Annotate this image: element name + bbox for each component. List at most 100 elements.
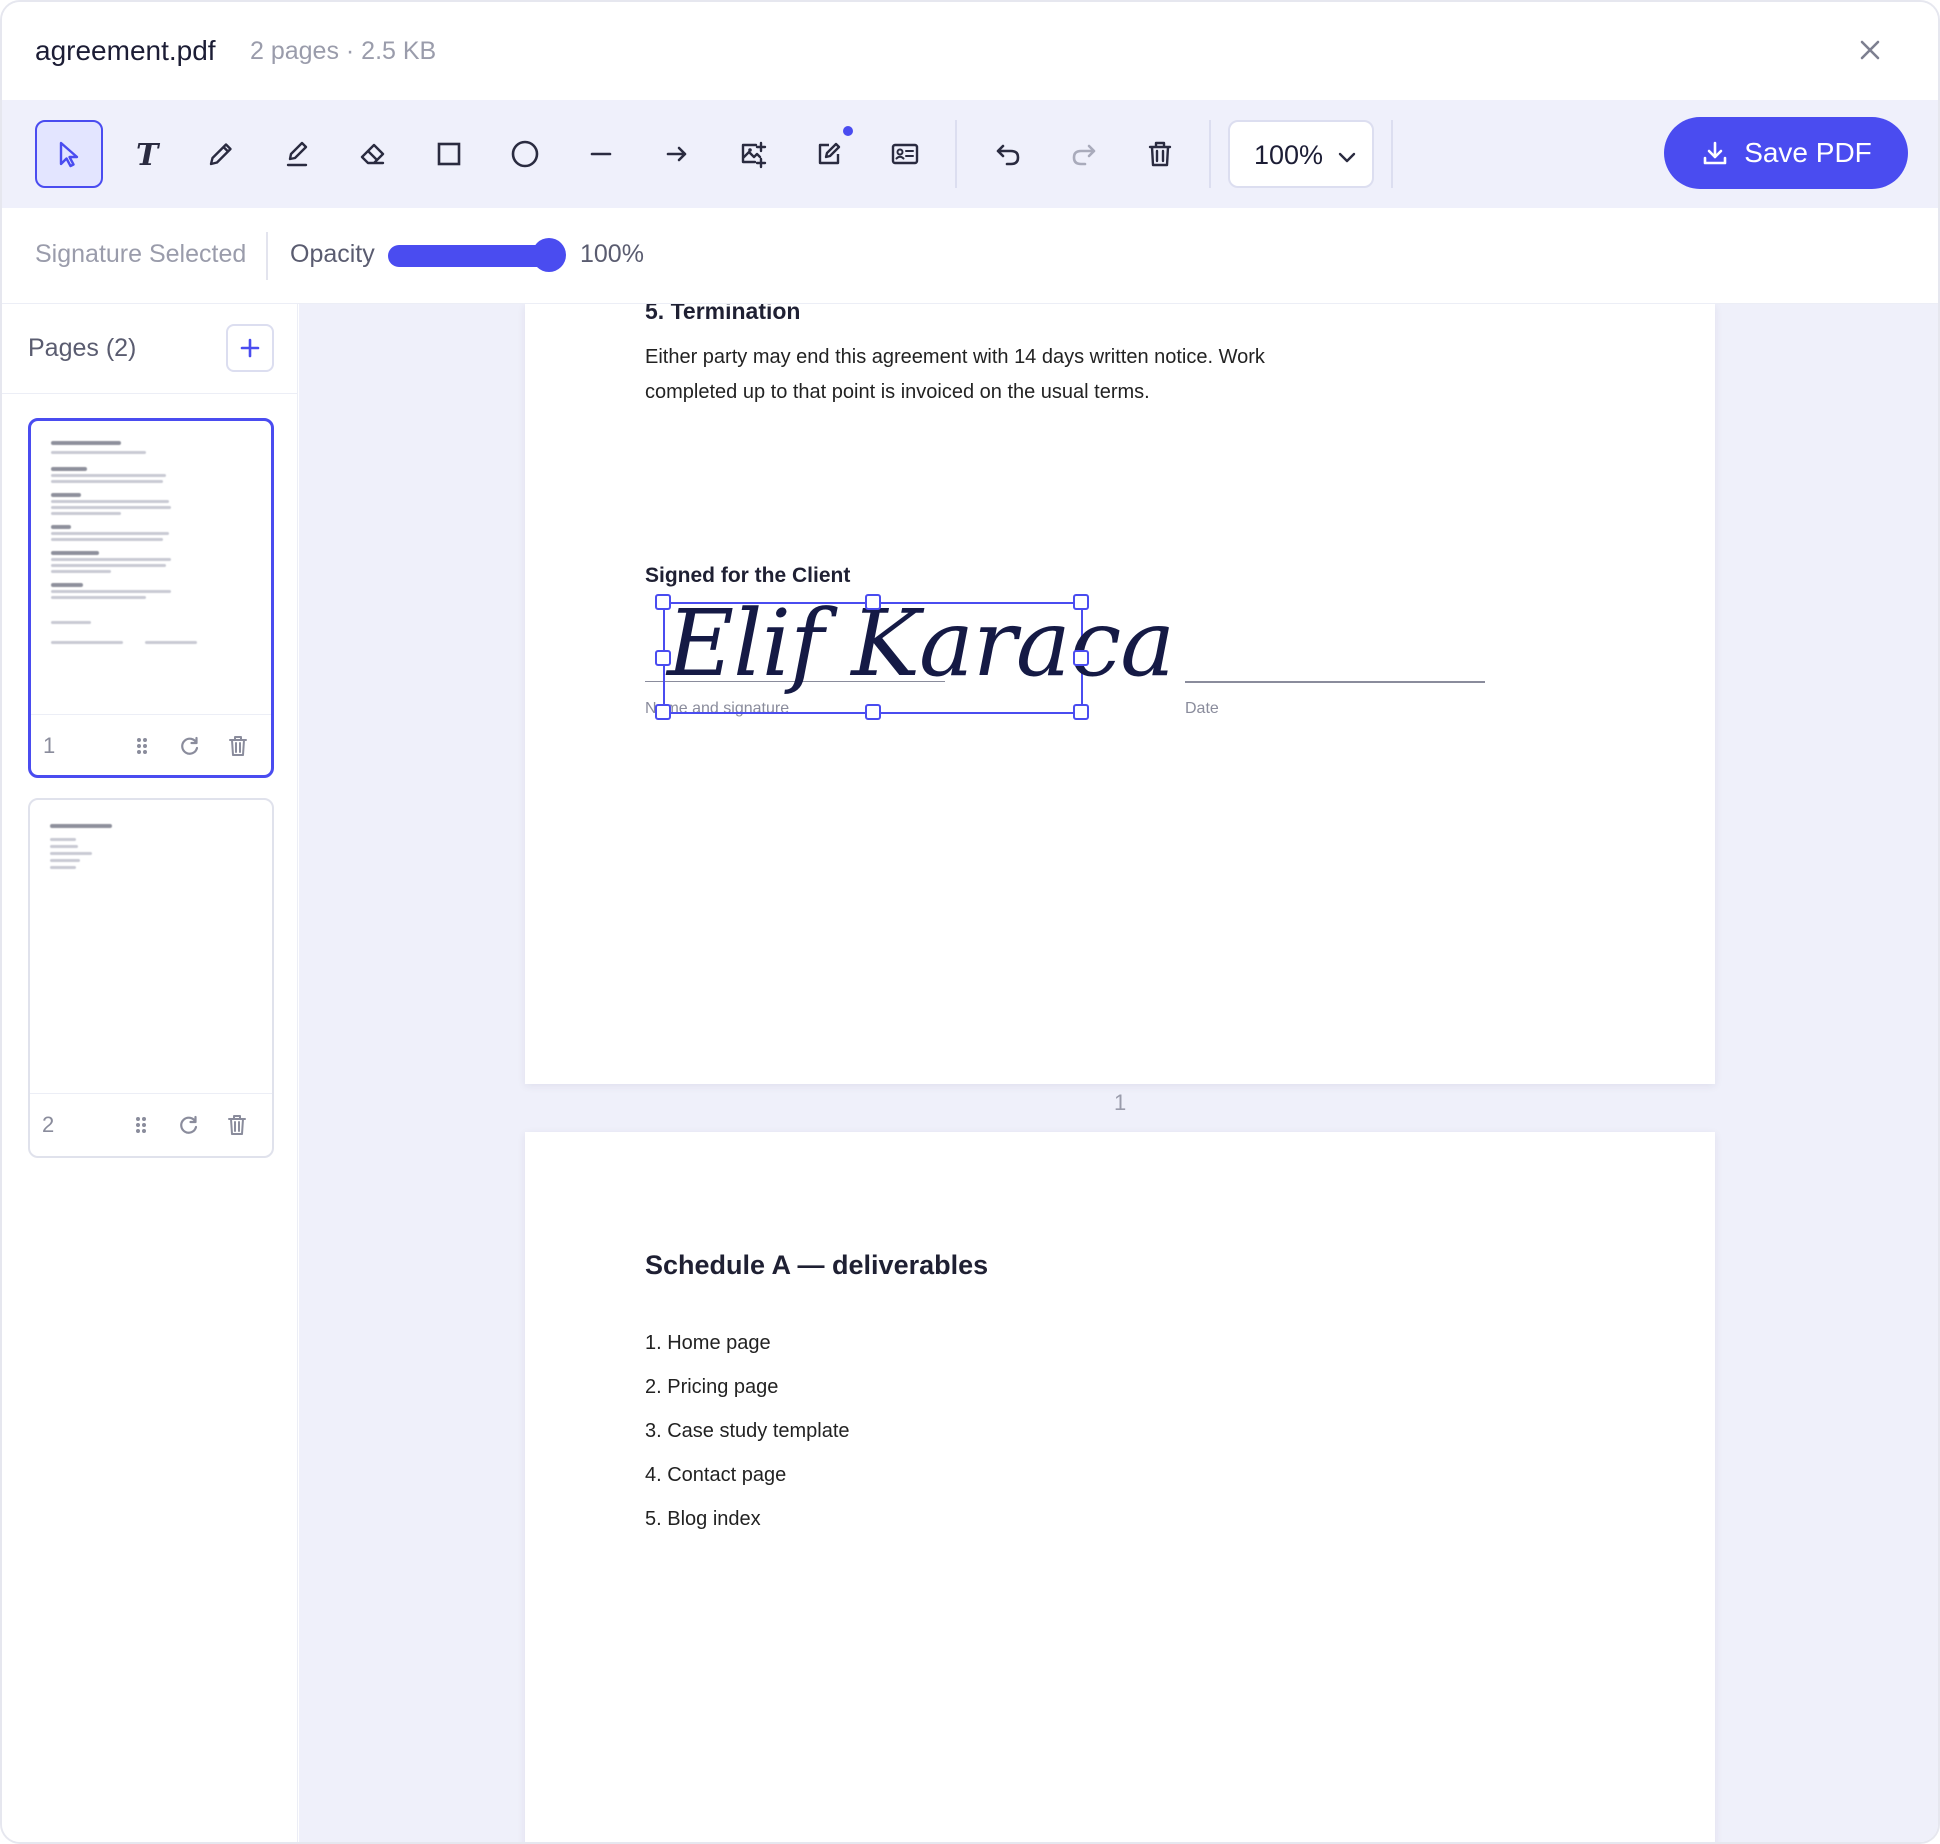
signature-block-label: Signed for the Client	[645, 564, 851, 587]
options-divider	[266, 232, 268, 280]
rotate-page-button[interactable]	[175, 731, 205, 761]
close-button[interactable]	[1852, 32, 1888, 68]
zoom-value: 100%	[1254, 140, 1324, 170]
page-number-label: 1	[43, 733, 56, 758]
plus-icon	[240, 338, 260, 358]
drag-handle-icon	[136, 1117, 146, 1133]
toolbar-divider	[1209, 120, 1211, 188]
delete-button[interactable]	[1126, 120, 1194, 188]
resize-handle-left[interactable]	[655, 650, 671, 666]
list-item: 2. Pricing page	[645, 1376, 779, 1398]
rectangle-tool[interactable]	[415, 120, 483, 188]
resize-handle-right[interactable]	[1073, 650, 1089, 666]
id-card-tool[interactable]	[871, 120, 939, 188]
document-page-2[interactable]: Schedule A — deliverables 1. Home page 2…	[525, 1132, 1715, 1842]
page-number-label: 2	[42, 1112, 55, 1137]
add-page-button[interactable]	[226, 324, 274, 372]
undo-button[interactable]	[974, 120, 1042, 188]
circle-tool[interactable]	[491, 120, 559, 188]
download-icon	[1703, 141, 1727, 165]
close-icon	[1860, 40, 1880, 60]
file-meta: 2 pages · 2.5 KB	[250, 37, 437, 65]
trash-icon	[1148, 141, 1172, 167]
resize-handle-top-right[interactable]	[1073, 594, 1089, 610]
delete-page-button[interactable]	[223, 731, 253, 761]
drag-page-handle[interactable]	[126, 1110, 156, 1140]
eraser-tool[interactable]	[339, 120, 407, 188]
document-canvas[interactable]: 5. Termination Either party may end this…	[299, 304, 1938, 1842]
line-tool[interactable]	[567, 120, 635, 188]
drag-page-handle[interactable]	[127, 731, 157, 761]
active-indicator-dot	[843, 126, 853, 136]
highlighter-icon	[286, 141, 308, 167]
rotate-icon	[180, 1115, 198, 1134]
options-bar: Signature Selected Opacity 100%	[2, 208, 1938, 304]
deliverables-list: 1. Home page 2. Pricing page 3. Case stu…	[645, 1332, 850, 1552]
rotate-page-button[interactable]	[174, 1110, 204, 1140]
opacity-label: Opacity	[290, 240, 375, 268]
redo-icon	[1072, 144, 1096, 166]
trash-icon	[228, 1115, 246, 1135]
text-icon: T	[136, 138, 161, 171]
signature-tool[interactable]	[795, 120, 863, 188]
svg-text:T: T	[136, 138, 161, 171]
page-thumbnail-1[interactable]: 1	[28, 418, 274, 778]
pencil-icon	[209, 143, 232, 166]
page-thumbnail-2[interactable]: 2	[28, 798, 274, 1158]
toolbar-divider	[955, 120, 957, 188]
opacity-slider-handle[interactable]	[532, 238, 566, 272]
section-heading: 5. Termination	[645, 304, 801, 324]
list-item: 3. Case study template	[645, 1420, 850, 1442]
save-pdf-button[interactable]: Save PDF	[1664, 117, 1908, 189]
circle-icon	[511, 140, 539, 168]
document-page-1[interactable]: 5. Termination Either party may end this…	[525, 304, 1715, 1084]
chevron-down-icon	[1338, 152, 1356, 163]
resize-handle-top-left[interactable]	[655, 594, 671, 610]
line-icon	[590, 152, 612, 156]
eraser-icon	[360, 143, 385, 165]
page-thumbnail-preview	[30, 800, 272, 1094]
pages-sidebar: Pages (2) 1 2	[2, 304, 298, 1842]
image-tool[interactable]	[719, 120, 787, 188]
pages-header: Pages (2)	[2, 304, 298, 394]
selection-label: Signature Selected	[35, 240, 247, 268]
rotate-icon	[181, 736, 199, 755]
resize-handle-top[interactable]	[865, 594, 881, 610]
page-thumbnail-footer: 1	[31, 715, 271, 775]
page-thumbnail-preview	[31, 421, 271, 715]
draw-tool[interactable]	[187, 120, 255, 188]
file-name: agreement.pdf	[35, 35, 216, 66]
undo-icon	[996, 144, 1020, 166]
drag-handle-icon	[137, 738, 147, 754]
redo-button[interactable]	[1050, 120, 1118, 188]
page-thumbnail-footer: 2	[30, 1094, 272, 1156]
toolbar-divider	[1391, 120, 1393, 188]
delete-page-button[interactable]	[222, 1110, 252, 1140]
opacity-value: 100%	[580, 240, 644, 268]
section-paragraph: Either party may end this agreement with…	[645, 346, 1265, 403]
highlight-tool[interactable]	[263, 120, 331, 188]
select-tool[interactable]	[35, 120, 103, 188]
page-number-indicator: 1	[1114, 1090, 1127, 1115]
schedule-title: Schedule A — deliverables	[645, 1250, 989, 1280]
list-item: 1. Home page	[645, 1332, 771, 1354]
resize-handle-bottom[interactable]	[865, 704, 881, 720]
image-add-icon	[741, 141, 767, 169]
pages-title: Pages (2)	[28, 334, 137, 362]
text-tool[interactable]: T	[111, 120, 179, 188]
signature-text: Elif Karaca	[667, 590, 1175, 697]
arrow-tool[interactable]	[643, 120, 711, 188]
rectangle-icon	[437, 142, 461, 166]
signature-annotation[interactable]: Elif Karaca	[655, 590, 1175, 720]
resize-handle-bottom-right[interactable]	[1073, 704, 1089, 720]
resize-handle-bottom-left[interactable]	[655, 704, 671, 720]
date-caption: Date	[1185, 700, 1219, 717]
zoom-select[interactable]: 100%	[1228, 120, 1374, 188]
save-pdf-label: Save PDF	[1744, 137, 1872, 168]
title-bar: agreement.pdf 2 pages · 2.5 KB	[2, 2, 1938, 100]
arrow-icon	[666, 146, 687, 162]
id-card-icon	[891, 143, 919, 165]
pointer-icon	[59, 141, 79, 168]
list-item: 5. Blog index	[645, 1508, 761, 1530]
date-line	[1185, 681, 1485, 683]
